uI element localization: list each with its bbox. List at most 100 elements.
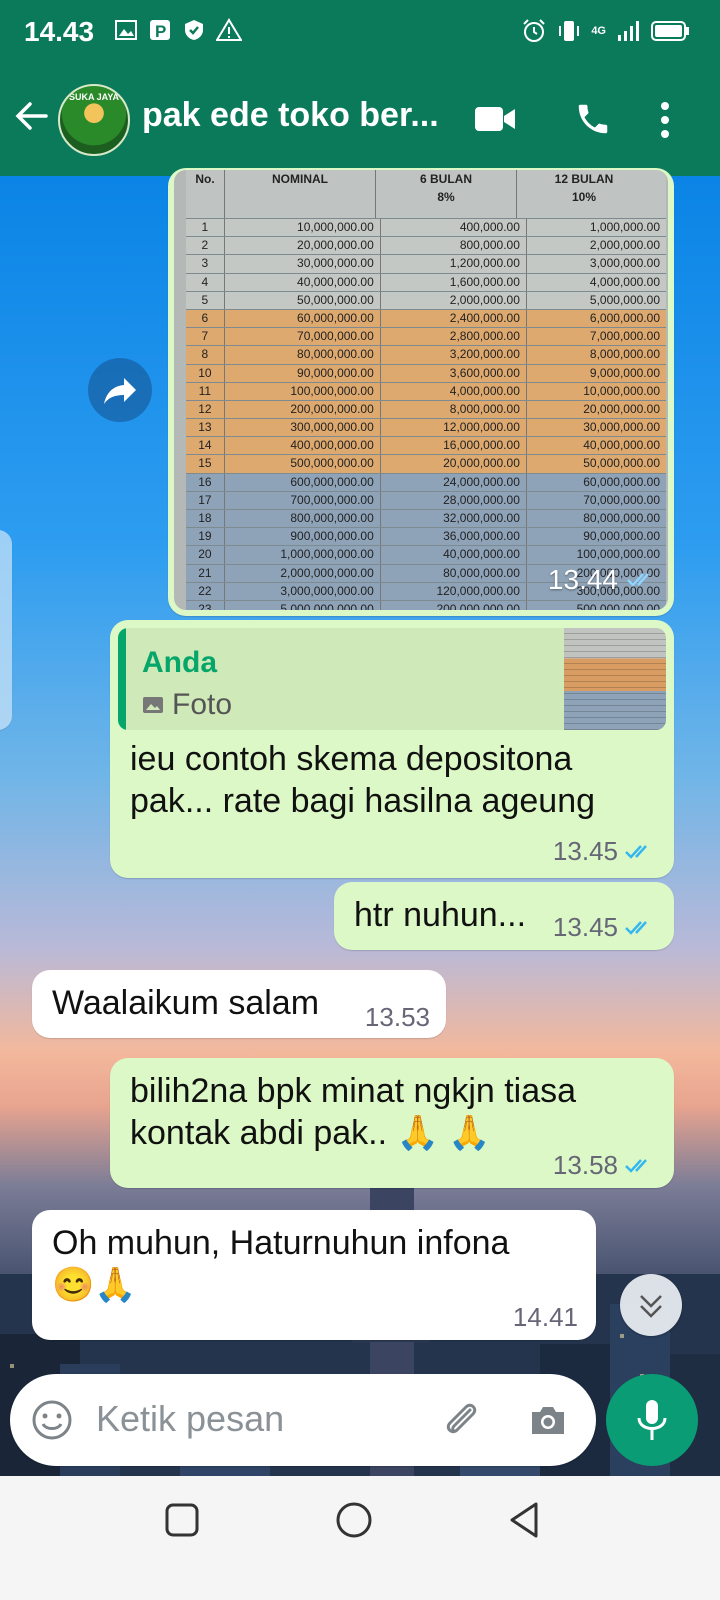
table-cell: 3,000,000,000.00 bbox=[225, 582, 381, 600]
table-cell: 8,000,000.00 bbox=[381, 400, 527, 419]
message-line: pak... rate bagi hasilna ageung bbox=[130, 782, 596, 820]
table-cell: 900,000,000.00 bbox=[225, 528, 381, 546]
quoted-message[interactable]: Anda Foto bbox=[118, 628, 666, 730]
image-message[interactable]: No. NOMINAL 6 BULAN 8% 12 BULAN 10% 1 10,… bbox=[168, 168, 674, 616]
table-cell: 5,000,000,000.00 bbox=[225, 600, 381, 610]
table-cell: 24,000,000.00 bbox=[381, 473, 527, 491]
table-cell: 32,000,000.00 bbox=[381, 510, 527, 528]
mic-icon bbox=[637, 1400, 667, 1440]
table-cell: 500,000,000.00 bbox=[576, 601, 660, 610]
header-six-rate: 8% bbox=[437, 190, 455, 204]
table-cell: 19 bbox=[186, 528, 225, 546]
table-cell: 2,000,000.00 bbox=[589, 238, 660, 253]
message-input[interactable]: Ketik pesan bbox=[96, 1398, 284, 1440]
image-meta: 13.44 bbox=[548, 564, 656, 596]
message-meta: 14.41 bbox=[513, 1302, 578, 1333]
table-cell: 200,000,000.00 bbox=[225, 400, 381, 419]
quote-kind: Foto bbox=[142, 688, 232, 722]
outgoing-message[interactable]: bilih2na bpk minat ngkjn tiasa kontak ab… bbox=[110, 1058, 674, 1188]
table-cell: 12,000,000.00 bbox=[381, 419, 527, 437]
table-cell: 14 bbox=[186, 437, 225, 455]
double-check-icon bbox=[625, 1158, 647, 1173]
signal-icon bbox=[618, 21, 639, 41]
table-row: 14 400,000,000.00 16,000,000.00 40,000,000.… bbox=[186, 437, 666, 456]
message-text: Oh muhun, Haturnuhun infona 😊🙏 bbox=[52, 1222, 509, 1306]
table-row: 13 300,000,000.00 12,000,000.00 30,000,000.… bbox=[186, 419, 666, 438]
table-cell: 10,000,000.00 bbox=[583, 383, 660, 398]
table-cell: 2,400,000.00 bbox=[381, 309, 527, 328]
table-cell: 4,000,000.00 bbox=[381, 382, 527, 400]
table-cell: 800,000.00 bbox=[381, 237, 527, 255]
table-cell: 20 bbox=[186, 546, 225, 564]
table-cell: 50,000,000.00 bbox=[583, 456, 660, 471]
table-cell: 70,000,000.00 bbox=[583, 492, 660, 507]
table-cell: 5 bbox=[186, 291, 225, 309]
reply-message[interactable]: Anda Foto ieu contoh skema depositona pa… bbox=[110, 620, 674, 878]
table-cell: 36,000,000.00 bbox=[381, 528, 527, 546]
table-cell: 16,000,000.00 bbox=[381, 437, 527, 455]
table-cell: 10,000,000.00 bbox=[225, 219, 381, 237]
table-cell: 50,000,000.00 bbox=[225, 291, 381, 309]
table-row: 17 700,000,000.00 28,000,000.00 70,000,000.… bbox=[186, 491, 666, 510]
emoji-icon[interactable] bbox=[30, 1398, 74, 1442]
table-row: 16 600,000,000.00 24,000,000.00 60,000,000.… bbox=[186, 473, 666, 492]
message-meta: 13.53 bbox=[365, 1002, 430, 1033]
table-cell: 7 bbox=[186, 328, 225, 346]
message-input-bar[interactable]: Ketik pesan bbox=[10, 1374, 596, 1466]
table-cell: 30,000,000.00 bbox=[583, 420, 660, 435]
table-row: 3 30,000,000.00 1,200,000.00 3,000,000.00 bbox=[186, 255, 666, 274]
table-cell: 80,000,000.00 bbox=[381, 564, 527, 582]
message-time: 14.41 bbox=[512, 1302, 578, 1332]
back-arrow-icon[interactable] bbox=[14, 98, 50, 134]
table-cell: 20,000,000.00 bbox=[381, 455, 527, 473]
recents-icon[interactable] bbox=[164, 1502, 200, 1538]
back-nav-icon[interactable] bbox=[506, 1500, 542, 1540]
video-call-icon[interactable] bbox=[474, 104, 516, 134]
camera-icon[interactable] bbox=[526, 1398, 570, 1442]
warning-icon bbox=[216, 18, 242, 41]
header-six-months: 6 BULAN 8% bbox=[376, 170, 517, 218]
home-icon[interactable] bbox=[334, 1500, 374, 1540]
message-line: Oh muhun, Haturnuhun infona bbox=[52, 1224, 510, 1262]
system-navigation-bar bbox=[0, 1476, 720, 1600]
system-icons: 4G bbox=[521, 18, 690, 44]
scroll-down-button[interactable] bbox=[620, 1274, 682, 1336]
forward-button[interactable] bbox=[88, 358, 152, 422]
shield-icon bbox=[185, 20, 203, 40]
deposit-table-photo[interactable]: No. NOMINAL 6 BULAN 8% 12 BULAN 10% 1 10,… bbox=[174, 170, 668, 610]
table-cell: 70,000,000.00 bbox=[225, 328, 381, 346]
status-time: 14.43 bbox=[24, 16, 95, 47]
message-meta: 13.45 bbox=[553, 912, 656, 943]
table-cell: 500,000,000.00 bbox=[225, 455, 381, 473]
message-text: Waalaikum salam bbox=[52, 984, 320, 1022]
quote-bar bbox=[118, 628, 126, 730]
table-row: 11 100,000,000.00 4,000,000.00 10,000,000.0… bbox=[186, 382, 666, 401]
incoming-message[interactable]: Waalaikum salam 13.53 bbox=[32, 970, 446, 1038]
message-text: htr nuhun... bbox=[354, 896, 527, 934]
outgoing-message[interactable]: htr nuhun... 13.45 bbox=[334, 882, 674, 950]
table-cell: 2,000,000,000.00 bbox=[225, 564, 381, 582]
incoming-message[interactable]: Oh muhun, Haturnuhun infona 😊🙏 14.41 bbox=[32, 1210, 596, 1340]
contact-name[interactable]: pak ede toko ber... bbox=[142, 96, 439, 135]
table-cell: 3,600,000.00 bbox=[381, 364, 527, 382]
message-meta: 13.45 bbox=[553, 836, 656, 867]
more-icon[interactable] bbox=[660, 100, 670, 140]
contact-avatar[interactable]: SUKA JAYA bbox=[58, 84, 130, 156]
table-cell: 90,000,000.00 bbox=[225, 364, 381, 382]
table-cell: 13 bbox=[186, 419, 225, 437]
header-six-label: 6 BULAN bbox=[419, 172, 472, 186]
table-cell: 7,000,000.00 bbox=[589, 329, 660, 344]
table-cell: 3,200,000.00 bbox=[381, 346, 527, 364]
header-twelve-rate: 10% bbox=[571, 190, 597, 204]
message-line: 😊🙏 bbox=[52, 1266, 137, 1304]
table-cell: 3,000,000.00 bbox=[589, 256, 660, 271]
table-cell: 2 bbox=[186, 237, 225, 255]
voice-call-icon[interactable] bbox=[574, 100, 612, 138]
mic-button[interactable] bbox=[606, 1374, 698, 1466]
message-time: 13.45 bbox=[552, 912, 618, 942]
table-row: 7 70,000,000.00 2,800,000.00 7,000,000.00 bbox=[186, 328, 666, 347]
network-type: 4G bbox=[591, 25, 606, 37]
table-cell: 300,000,000.00 bbox=[225, 419, 381, 437]
table-cell: 700,000,000.00 bbox=[225, 491, 381, 509]
attach-icon[interactable] bbox=[440, 1398, 484, 1442]
